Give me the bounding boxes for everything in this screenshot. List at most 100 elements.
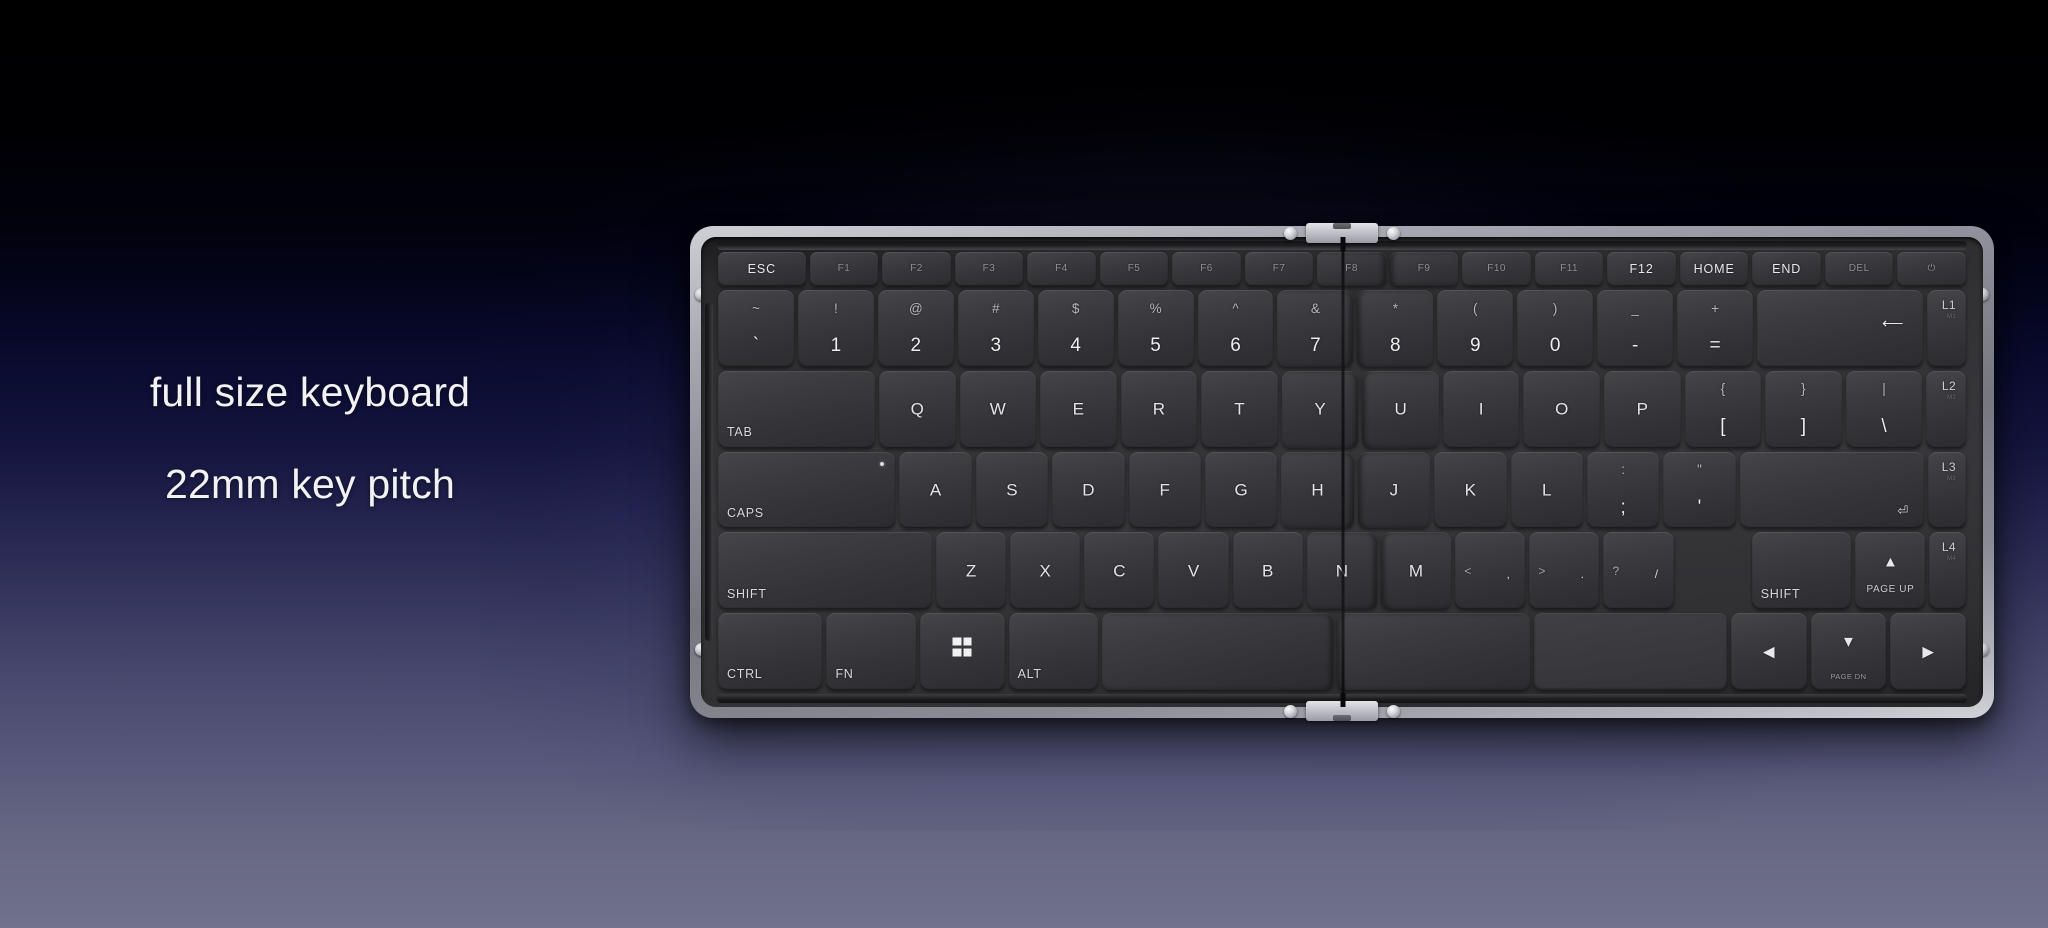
key-c[interactable]: C [1084, 532, 1155, 610]
key-a[interactable]: A [899, 451, 972, 529]
key-layer-3[interactable]: L3 M3 [1928, 451, 1966, 529]
key-quote[interactable]: " ' [1663, 451, 1736, 529]
key-layer-4[interactable]: L4 M4 [1929, 532, 1966, 610]
key-b[interactable]: B [1232, 532, 1303, 610]
key-f4[interactable]: F4 [1027, 252, 1096, 286]
key-f11[interactable]: F11 [1534, 252, 1604, 286]
key-f3[interactable]: F3 [954, 252, 1024, 286]
key-minus[interactable]: _ - [1597, 290, 1674, 367]
key-0[interactable]: ) 0 [1517, 290, 1594, 367]
key-g[interactable]: G [1204, 451, 1278, 529]
key-y[interactable]: Y [1281, 370, 1359, 448]
key-label: 4 [1070, 335, 1081, 357]
key-p[interactable]: P [1604, 370, 1681, 448]
key-f6[interactable]: F6 [1172, 252, 1241, 286]
key-page-down[interactable]: ▼ PAGE DN [1810, 613, 1887, 690]
key-s[interactable]: S [975, 451, 1049, 529]
key-v[interactable]: V [1158, 532, 1229, 610]
key-home[interactable]: HOME [1679, 252, 1749, 286]
key-label: F5 [1127, 263, 1141, 274]
key-f10[interactable]: F10 [1462, 252, 1531, 286]
key-label: G [1234, 480, 1248, 500]
key-semicolon[interactable]: : ; [1586, 451, 1660, 529]
key-label: L3 [1941, 459, 1956, 474]
key-f2[interactable]: F2 [882, 252, 951, 286]
key-label: 8 [1390, 335, 1401, 357]
trackpad[interactable] [1533, 613, 1727, 690]
key-l[interactable]: L [1510, 451, 1583, 529]
key-f[interactable]: F [1128, 451, 1201, 529]
key-label: ; [1620, 496, 1626, 518]
key-end[interactable]: END [1752, 252, 1821, 286]
key-tab[interactable]: TAB [718, 370, 875, 448]
caption-block: full size keyboard 22mm key pitch [0, 372, 620, 505]
key-page-up[interactable]: ▲ PAGE UP [1855, 532, 1926, 610]
key-backspace[interactable]: ⟵ [1756, 290, 1923, 367]
key-z[interactable]: Z [935, 532, 1007, 610]
key-2[interactable]: @ 2 [877, 290, 954, 367]
key-bracket-right[interactable]: } ] [1765, 370, 1842, 448]
key-f9[interactable]: F9 [1389, 252, 1459, 286]
key-fn[interactable]: FN [826, 613, 916, 690]
key-r[interactable]: R [1120, 370, 1198, 448]
key-n[interactable]: N [1306, 532, 1377, 610]
key-3[interactable]: # 3 [957, 290, 1034, 367]
key-layer-1[interactable]: L1 M1 [1926, 290, 1966, 367]
key-f8[interactable]: F8 [1317, 252, 1386, 286]
key-period[interactable]: > . [1529, 532, 1600, 610]
key-enter[interactable]: ⏎ [1739, 451, 1925, 529]
key-m[interactable]: M [1380, 532, 1452, 610]
key-slash[interactable]: ? / [1603, 532, 1674, 610]
key-comma[interactable]: < , [1455, 532, 1526, 610]
key-label: V [1187, 561, 1200, 581]
key-k[interactable]: K [1434, 451, 1507, 529]
key-label-shifted: > [1538, 563, 1546, 578]
key-label-shifted: { [1720, 381, 1726, 397]
key-ctrl[interactable]: CTRL [718, 613, 823, 690]
key-d[interactable]: D [1052, 451, 1125, 529]
key-4[interactable]: $ 4 [1037, 290, 1114, 367]
key-7[interactable]: & 7 [1277, 290, 1354, 367]
key-f7[interactable]: F7 [1244, 252, 1314, 286]
key-shift-left[interactable]: SHIFT [718, 532, 932, 610]
key-h[interactable]: H [1281, 451, 1354, 529]
key-power[interactable]: ⏻ [1897, 252, 1966, 286]
key-layer-2[interactable]: L2 M2 [1926, 370, 1967, 448]
key-alt[interactable]: ALT [1008, 613, 1098, 690]
key-shift-right[interactable]: SHIFT [1751, 532, 1852, 610]
key-backtick[interactable]: ~ ` [718, 290, 794, 367]
key-f1[interactable]: F1 [809, 252, 879, 286]
key-spacebar-right[interactable] [1336, 613, 1530, 690]
key-u[interactable]: U [1362, 370, 1439, 448]
key-windows[interactable] [919, 613, 1005, 690]
key-1[interactable]: ! 1 [797, 290, 874, 367]
key-bracket-left[interactable]: { [ [1684, 370, 1762, 448]
key-f5[interactable]: F5 [1099, 252, 1169, 286]
key-e[interactable]: E [1040, 370, 1117, 448]
key-row-number: ~ ` ! 1 @ 2 # 3 $ 4 % 5 ^ 6 & 7 * 8 (9 … [718, 290, 1966, 367]
key-label: [ [1720, 416, 1726, 438]
key-del[interactable]: DEL [1824, 252, 1894, 286]
key-f12[interactable]: F12 [1607, 252, 1676, 286]
key-arrow-left[interactable]: ◀ [1730, 613, 1807, 690]
key-arrow-right[interactable]: ▶ [1890, 613, 1966, 690]
hinge-pin-right [1387, 704, 1400, 718]
key-6[interactable]: ^ 6 [1197, 290, 1274, 367]
key-8[interactable]: * 8 [1357, 290, 1434, 367]
key-backslash[interactable]: | \ [1845, 370, 1923, 448]
key-w[interactable]: W [959, 370, 1037, 448]
key-5[interactable]: % 5 [1117, 290, 1194, 367]
key-caps-lock[interactable]: CAPS [718, 451, 896, 529]
key-t[interactable]: T [1201, 370, 1278, 448]
key-i[interactable]: I [1442, 370, 1520, 448]
key-j[interactable]: J [1357, 451, 1431, 529]
key-spacebar-left[interactable] [1101, 613, 1333, 690]
key-9[interactable]: ( 9 [1437, 290, 1514, 367]
key-x[interactable]: X [1010, 532, 1081, 610]
key-o[interactable]: O [1523, 370, 1600, 448]
key-label: D [1082, 480, 1095, 500]
key-label: F6 [1200, 263, 1213, 274]
key-q[interactable]: Q [878, 370, 956, 448]
key-equals[interactable]: + = [1677, 290, 1753, 367]
key-esc[interactable]: ESC [718, 252, 806, 286]
